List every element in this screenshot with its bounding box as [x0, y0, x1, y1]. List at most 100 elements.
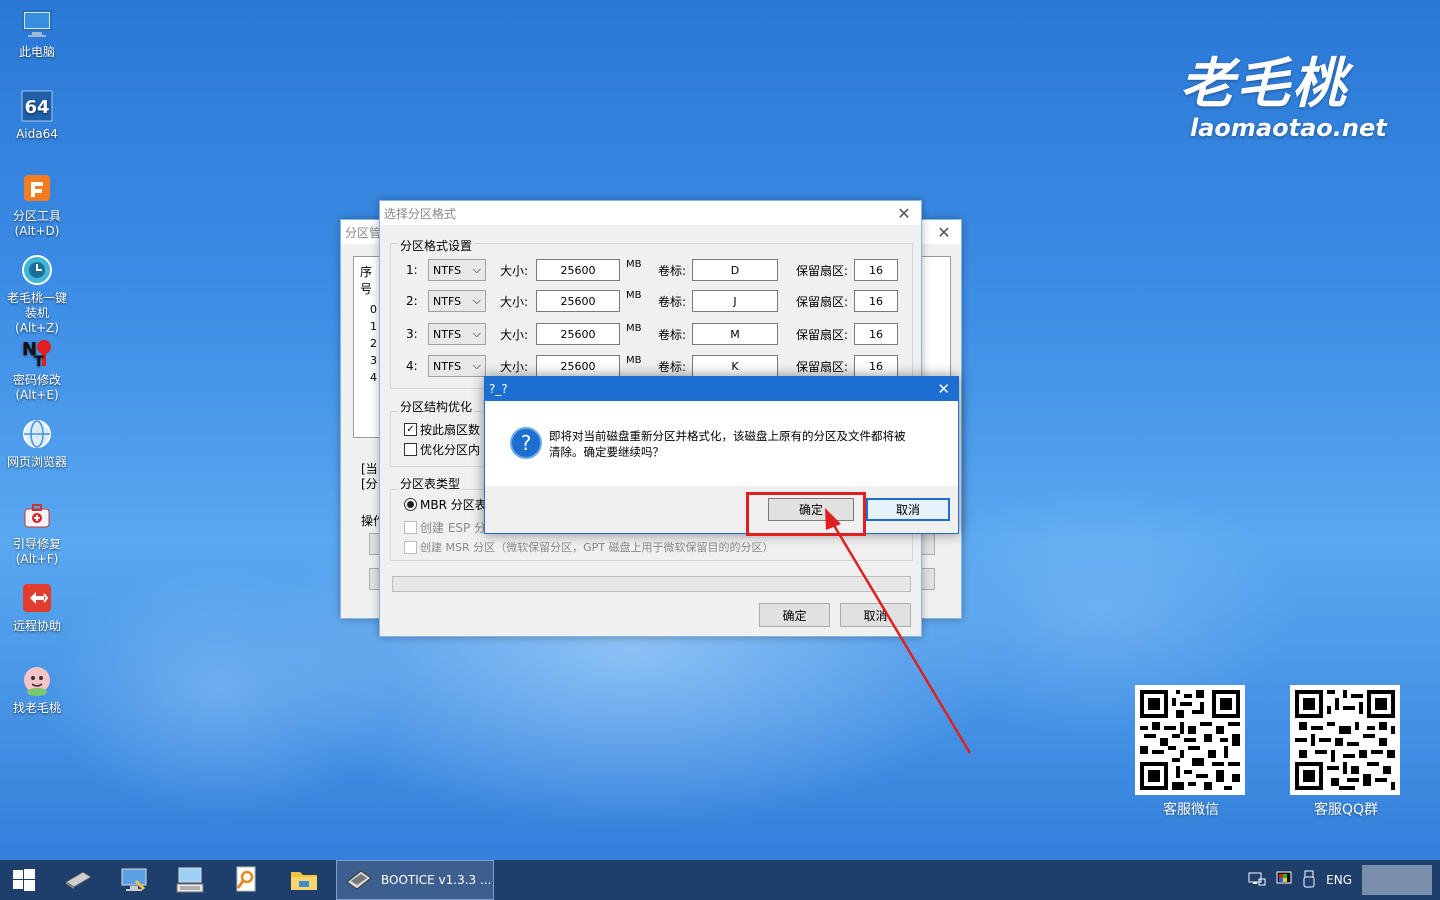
size-label: 大小: — [500, 263, 529, 278]
window-title: 分区管 — [345, 225, 382, 240]
volume-input[interactable]: K — [692, 355, 778, 377]
taskbar-item[interactable] — [110, 860, 158, 900]
keyboard-computer-icon — [176, 867, 204, 893]
desktop-icon-label: 找老毛桃 — [12, 701, 61, 715]
align-option[interactable]: ✓ 按此扇区数 — [404, 420, 480, 438]
close-icon[interactable]: ✕ — [893, 201, 915, 225]
fs-select-value: NTFS — [433, 294, 462, 308]
optimize-label: 优化分区内 — [420, 442, 481, 457]
reserved-input[interactable]: 16 — [854, 355, 898, 377]
size-input[interactable]: 25600 — [536, 323, 620, 345]
taskbar-active-app[interactable]: BOOTICE v1.3.3 ... — [336, 860, 494, 900]
volume-input[interactable]: J — [692, 290, 778, 312]
size-input[interactable]: 25600 — [536, 355, 620, 377]
reserved-input[interactable]: 16 — [854, 259, 898, 281]
active-app-label: BOOTICE v1.3.3 ... — [381, 873, 492, 887]
desktop-icon-this-pc[interactable]: 此电脑 — [4, 6, 70, 60]
status-line: [分 — [361, 477, 378, 491]
fs-select[interactable]: NTFS ⌵ — [428, 323, 486, 345]
optimize-option[interactable]: 优化分区内 — [404, 440, 480, 458]
radio-selected[interactable] — [404, 497, 417, 511]
color-display-icon[interactable] — [1276, 871, 1292, 890]
confirm-cancel-button[interactable]: 取消 — [866, 498, 950, 521]
progress-bar — [392, 576, 911, 592]
network-icon[interactable] — [1248, 871, 1266, 890]
clock-area[interactable] — [1362, 865, 1432, 895]
start-button[interactable] — [0, 860, 48, 900]
installer-icon — [19, 252, 55, 288]
reserved-input[interactable]: 16 — [854, 290, 898, 312]
confirm-message: 即将对当前磁盘重新分区并格式化，该磁盘上原有的分区及文件都将被 清除。确定要继续… — [549, 428, 949, 460]
boot-repair-icon — [19, 498, 55, 534]
desktop-icon-label: 引导修复 (Alt+F) — [12, 537, 61, 566]
desktop-icon-boot-repair[interactable]: 引导修复 (Alt+F) — [4, 498, 70, 567]
language-indicator[interactable]: ENG — [1326, 873, 1352, 887]
partition-index: 2: — [406, 294, 418, 308]
size-unit: MB — [626, 259, 642, 270]
fs-select[interactable]: NTFS ⌵ — [428, 355, 486, 377]
desktop-icon-password[interactable]: NT 密码修改 (Alt+E) — [4, 334, 70, 403]
fs-select[interactable]: NTFS ⌵ — [428, 290, 486, 312]
fs-select-value: NTFS — [433, 263, 462, 277]
usb-device-icon[interactable] — [1302, 870, 1316, 891]
volume-input[interactable]: M — [692, 323, 778, 345]
table-type-group-title: 分区表类型 — [398, 475, 463, 492]
reserved-label: 保留扇区: — [796, 294, 849, 309]
windows-icon — [13, 869, 35, 891]
close-icon[interactable]: ✕ — [937, 377, 950, 401]
taskbar: BOOTICE v1.3.3 ... ENG — [0, 860, 1440, 900]
qr-label: 客服QQ群 — [1313, 802, 1379, 818]
checkbox-checked[interactable]: ✓ — [404, 422, 417, 436]
desktop-icon-find-laomaotao[interactable]: 找老毛桃 — [4, 662, 70, 716]
msr-label: 创建 MSR 分区（微软保留分区，GPT 磁盘上用于微软保留目的的分区） — [420, 541, 774, 554]
cancel-button[interactable]: 取消 — [840, 603, 911, 627]
taskbar-item[interactable] — [54, 860, 102, 900]
size-input[interactable]: 25600 — [536, 290, 620, 312]
volume-input[interactable]: D — [692, 259, 778, 281]
desktop-icon-installer[interactable]: 老毛桃一键 装机(Alt+Z) — [4, 252, 70, 336]
desktop-icon-browser[interactable]: 网页浏览器 — [4, 416, 70, 470]
qr-code-image — [1290, 685, 1400, 795]
brand-logo-cn: 老毛桃 — [1180, 51, 1348, 115]
mbr-option[interactable]: MBR 分区表 — [404, 495, 487, 513]
close-icon[interactable]: ✕ — [933, 220, 955, 244]
dialog-titlebar: 选择分区格式 ✕ — [380, 201, 921, 225]
fs-select[interactable]: NTFS ⌵ — [428, 259, 486, 281]
taskbar-item[interactable] — [222, 860, 270, 900]
struct-group-title: 分区结构优化 — [398, 398, 475, 415]
memory-chip-icon — [65, 871, 92, 889]
qr-qq-group: 客服QQ群 — [1290, 685, 1402, 819]
reserved-input[interactable]: 16 — [854, 323, 898, 345]
volume-label: 卷标: — [658, 359, 687, 374]
system-tray: ENG — [1248, 860, 1432, 900]
desktop-icon-partition-tool[interactable]: 分区工具 (Alt+D) — [4, 170, 70, 239]
desktop-icon-label: 分区工具 (Alt+D) — [12, 209, 61, 238]
size-unit: MB — [626, 355, 642, 366]
align-label: 按此扇区数 — [420, 422, 481, 437]
partition-tool-icon — [19, 170, 55, 206]
partition-row: 4: NTFS ⌵ 大小: 25600 MB 卷标: K 保留扇区: 16 — [406, 355, 898, 377]
size-input[interactable]: 25600 — [536, 259, 620, 281]
desktop-icon-remote-assist[interactable]: 远程协助 — [4, 580, 70, 634]
desktop-icon-label: 老毛桃一键 装机(Alt+Z) — [6, 291, 67, 335]
settings-group-title: 分区格式设置 — [398, 237, 475, 254]
confirm-dialog: ?_? ✕ ? 即将对当前磁盘重新分区并格式化，该磁盘上原有的分区及文件都将被 … — [484, 376, 959, 534]
svg-text:T: T — [34, 354, 44, 369]
checkbox-unchecked[interactable] — [404, 442, 417, 456]
desktop-icon-label: 此电脑 — [18, 45, 55, 59]
size-unit: MB — [626, 323, 642, 334]
desktop-icon-label: 密码修改 (Alt+E) — [12, 373, 61, 402]
size-label: 大小: — [500, 327, 529, 342]
taskbar-item[interactable] — [166, 860, 214, 900]
ops-button[interactable] — [921, 533, 935, 555]
taskbar-item[interactable] — [280, 860, 328, 900]
desktop-icon-aida64[interactable]: 64 Aida64 — [4, 88, 70, 142]
partition-index: 3: — [406, 327, 418, 341]
partition-row: 2: NTFS ⌵ 大小: 25600 MB 卷标: J 保留扇区: 16 — [406, 290, 898, 312]
list-header: 序号 — [360, 265, 373, 296]
chevron-down-icon: ⌵ — [472, 359, 481, 372]
ops-button[interactable] — [921, 568, 935, 590]
bootice-icon — [346, 870, 372, 890]
ok-button[interactable]: 确定 — [759, 603, 830, 627]
size-label: 大小: — [500, 294, 529, 309]
